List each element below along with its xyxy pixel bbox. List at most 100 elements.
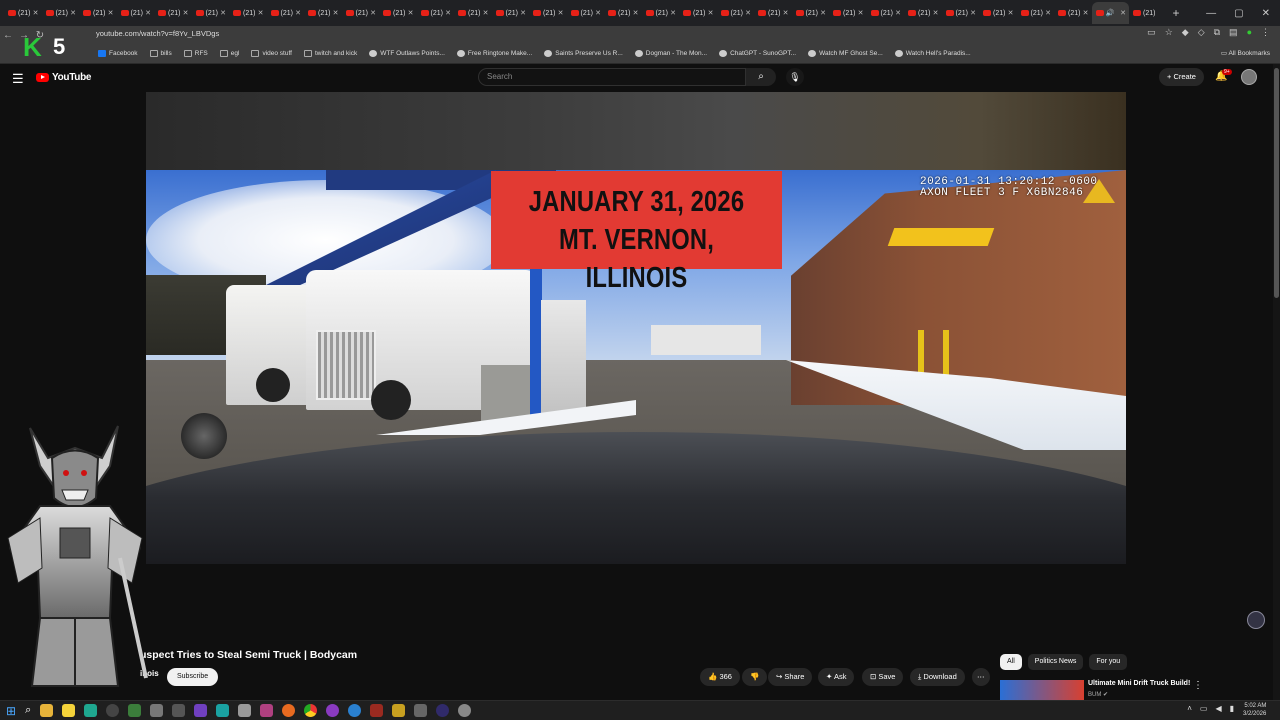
tab-close-icon[interactable]: ✕ — [595, 9, 601, 17]
youtube-logo[interactable]: YouTube — [36, 72, 92, 83]
ask-button[interactable]: ✦ Ask — [818, 668, 855, 686]
browser-tab[interactable]: (21) ✕ — [604, 2, 642, 24]
browser-tab[interactable]: (21) ✕ — [1017, 2, 1055, 24]
settings-gear-icon[interactable] — [458, 704, 472, 717]
browser-tab[interactable]: (21) ✕ — [192, 2, 230, 24]
sidebar-icon[interactable]: ▤ — [1229, 27, 1238, 38]
tab-close-icon[interactable]: ✕ — [633, 9, 639, 17]
tab-close-icon[interactable]: ✕ — [295, 9, 301, 17]
battery-icon[interactable]: ▮ — [1230, 704, 1234, 713]
extension-icon-2[interactable]: ◇ — [1198, 27, 1205, 38]
browser-tab[interactable]: (21) ✕ — [829, 2, 867, 24]
share-button[interactable]: ↪ Share — [768, 668, 813, 686]
browser-tab[interactable]: (21) ✕ — [567, 2, 605, 24]
bookmark-item[interactable]: bills — [149, 50, 172, 57]
tab-close-icon[interactable]: ✕ — [408, 9, 414, 17]
system-clock[interactable]: 5:02 AM 3/2/2026 — [1243, 702, 1266, 718]
bookmark-item[interactable]: ChatGPT - SunoGPT... — [719, 50, 796, 57]
browser-tab[interactable]: (21) — [1129, 2, 1167, 24]
recommendation-more-icon[interactable]: ⋮ — [1193, 680, 1203, 691]
recommendation-thumbnail[interactable] — [1000, 680, 1084, 700]
tab-close-icon[interactable]: ✕ — [745, 9, 751, 17]
browser-tab[interactable]: (21) ✕ — [454, 2, 492, 24]
app-icon[interactable] — [106, 704, 120, 717]
save-button[interactable]: ⊡ Save — [862, 668, 904, 686]
bookmark-item[interactable]: Saints Preserve Us R... — [544, 50, 623, 57]
firefox-icon[interactable] — [282, 704, 296, 717]
browser-tab-active[interactable]: 🔊 ✕ — [1091, 2, 1129, 24]
search-input[interactable]: Search — [478, 68, 746, 86]
tab-close-icon[interactable]: ✕ — [783, 9, 789, 17]
tab-close-icon[interactable]: ✕ — [970, 9, 976, 17]
subscribe-button[interactable]: Subscribe — [167, 668, 219, 686]
bookmark-item[interactable]: Free Ringtone Make... — [456, 50, 532, 57]
download-button[interactable]: ⤓ Download — [910, 668, 965, 686]
create-button[interactable]: + Create — [1159, 68, 1204, 86]
tab-close-icon[interactable]: ✕ — [1045, 9, 1051, 17]
browser-tab[interactable]: (21) ✕ — [792, 2, 830, 24]
tab-close-icon[interactable]: ✕ — [70, 9, 76, 17]
app-icon[interactable] — [172, 704, 186, 717]
filter-chip[interactable]: Politics News — [1027, 654, 1084, 670]
dislike-button[interactable]: 👎 — [742, 668, 768, 686]
more-actions-button[interactable]: ⋯ — [972, 668, 990, 686]
tab-close-icon[interactable]: ✕ — [33, 9, 39, 17]
tab-close-icon[interactable]: ✕ — [258, 9, 264, 17]
tab-close-icon[interactable]: ✕ — [220, 9, 226, 17]
tab-close-icon[interactable]: ✕ — [858, 9, 864, 17]
video-player[interactable]: JANUARY 31, 2026 MT. VERNON, ILLINOIS 20… — [146, 92, 1126, 564]
app-icon[interactable] — [260, 704, 274, 717]
browser-tab[interactable]: (21) ✕ — [417, 2, 455, 24]
tab-close-icon[interactable]: ✕ — [108, 9, 114, 17]
app-icon[interactable] — [150, 704, 164, 717]
url-field[interactable]: youtube.com/watch?v=f8Yv_LBVDgs — [96, 29, 219, 38]
browser-tab[interactable]: (21) ✕ — [379, 2, 417, 24]
bookmark-star-icon[interactable]: ☆ — [1165, 27, 1173, 38]
browser-tab[interactable]: (21) ✕ — [717, 2, 755, 24]
tab-close-icon[interactable]: ✕ — [520, 9, 526, 17]
tab-close-icon[interactable]: ✕ — [1008, 9, 1014, 17]
browser-tab[interactable]: (21) ✕ — [754, 2, 792, 24]
tab-close-icon[interactable]: ✕ — [183, 9, 189, 17]
cast-icon[interactable]: ▭ — [1147, 27, 1156, 38]
sticky-notes-icon[interactable] — [62, 704, 76, 717]
like-button[interactable]: 👍 366 — [700, 668, 740, 686]
all-bookmarks-button[interactable]: ▭ All Bookmarks — [1221, 49, 1270, 57]
recommendation-title[interactable]: Ultimate Mini Drift Truck Build! — [1088, 680, 1190, 687]
new-tab-button[interactable]: + — [1173, 6, 1180, 20]
chevron-up-icon[interactable]: ˄ — [1187, 704, 1192, 713]
browser-tab[interactable]: (21) ✕ — [679, 2, 717, 24]
browser-tab[interactable]: (21) ✕ — [942, 2, 980, 24]
app-icon[interactable] — [326, 704, 340, 717]
chrome-icon[interactable] — [304, 704, 318, 717]
audio-icon[interactable]: 🔊 — [1106, 9, 1115, 17]
obs-icon[interactable] — [436, 704, 450, 717]
tab-close-icon[interactable]: ✕ — [670, 9, 676, 17]
tab-close-icon[interactable]: ✕ — [1083, 9, 1089, 17]
scrollbar-thumb[interactable] — [1274, 68, 1279, 298]
hamburger-menu-icon[interactable]: ☰ — [12, 71, 24, 87]
browser-tab[interactable]: (21) ✕ — [867, 2, 905, 24]
browser-tab[interactable]: (21) ✕ — [342, 2, 380, 24]
app-icon[interactable] — [414, 704, 428, 717]
app-icon[interactable] — [216, 704, 230, 717]
search-button[interactable]: ⌕ — [746, 68, 776, 86]
browser-tab[interactable]: (21) ✕ — [229, 2, 267, 24]
filter-chip[interactable]: For you — [1089, 654, 1128, 670]
close-icon[interactable]: ✕ — [1262, 8, 1270, 19]
app-icon[interactable] — [128, 704, 142, 717]
browser-tab[interactable]: (21) ✕ — [529, 2, 567, 24]
browser-tab[interactable]: (21) ✕ — [304, 2, 342, 24]
browser-tab[interactable]: (21) ✕ — [642, 2, 680, 24]
browser-tab[interactable]: (21) ✕ — [1054, 2, 1092, 24]
file-explorer-icon[interactable] — [40, 704, 54, 717]
app-icon[interactable] — [392, 704, 406, 717]
tab-close-icon[interactable]: ✕ — [558, 9, 564, 17]
windows-start-icon[interactable]: ⊞ — [6, 704, 16, 718]
back-icon[interactable]: ← — [0, 30, 16, 41]
tab-close-icon[interactable]: ✕ — [1120, 9, 1126, 17]
minimize-icon[interactable]: — — [1206, 8, 1216, 19]
browser-tab[interactable]: (21) ✕ — [4, 2, 42, 24]
bookmark-item[interactable]: RFS — [183, 50, 208, 57]
browser-tab[interactable]: (21) ✕ — [79, 2, 117, 24]
